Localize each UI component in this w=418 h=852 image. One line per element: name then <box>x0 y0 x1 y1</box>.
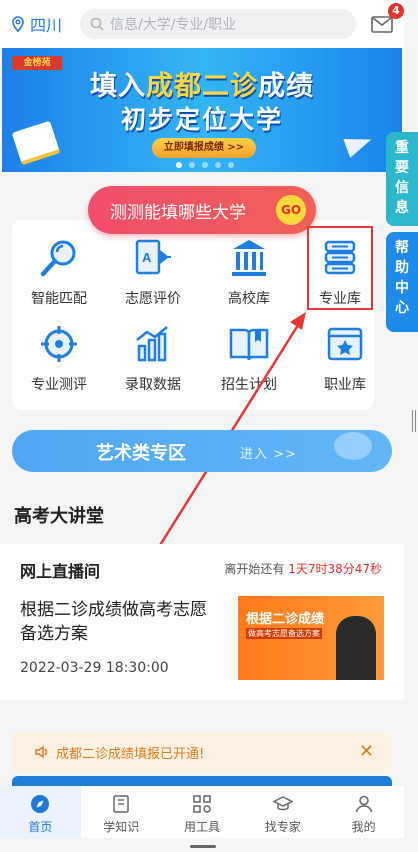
search-placeholder: 信息/大学/专业/职业 <box>110 17 237 33</box>
tool-label: 招生计划 <box>221 377 277 393</box>
important-info-tab[interactable]: 重要信息 <box>386 132 418 226</box>
carousel-dot[interactable] <box>215 162 221 168</box>
test-universities-label: 测测能填哪些大学 <box>110 202 246 223</box>
tool-university-library[interactable]: 高校库 <box>204 236 294 308</box>
live-title: 根据二诊成绩做高考志愿备选方案 <box>20 600 207 644</box>
university-icon <box>232 240 266 276</box>
tool-volunteer-assessment[interactable]: A 志愿评价 <box>108 236 198 308</box>
notice-bar[interactable]: 成都二诊成绩填报已开通! ✕ <box>12 732 392 772</box>
nav-label: 用工具 <box>183 820 220 834</box>
nav-tools[interactable]: 用工具 <box>162 786 243 838</box>
annotation-highlight-box <box>307 226 373 310</box>
tool-label: 智能匹配 <box>31 291 87 307</box>
bar-chart-icon <box>136 326 168 362</box>
art-zone-title: 艺术类专区 <box>96 443 186 464</box>
scroll-handle[interactable] <box>412 410 416 432</box>
nav-label: 首页 <box>28 820 53 834</box>
banner-headline: 填入成都二诊成绩 <box>90 71 314 102</box>
live-thumbnail: 根据二诊成绩 做高考志愿备选方案 <box>238 596 384 680</box>
tool-label: 录取数据 <box>125 377 181 393</box>
banner-subheadline: 初步定位大学 <box>120 105 283 134</box>
magnifier-icon <box>40 240 76 277</box>
mail-badge: 4 <box>388 3 404 19</box>
mail-button[interactable]: 4 <box>370 3 404 35</box>
svg-text:A: A <box>142 250 152 265</box>
palette-icon <box>334 432 372 460</box>
section-title: 高考大讲堂 <box>14 506 104 527</box>
target-icon <box>41 326 77 362</box>
live-datetime: 2022-03-29 18:30:00 <box>20 660 169 676</box>
nav-experts[interactable]: 找专家 <box>242 786 323 838</box>
book-icon <box>113 795 129 813</box>
home-indicator <box>190 845 216 848</box>
live-heading: 网上直播间 <box>20 562 101 581</box>
go-badge: GO <box>276 195 306 225</box>
nav-home[interactable]: 首页 <box>0 786 81 838</box>
tool-major-assessment[interactable]: 专业测评 <box>14 322 104 394</box>
search-icon <box>90 17 104 31</box>
graduation-cap-icon <box>272 796 293 811</box>
promo-banner[interactable]: 金榜苑 填入成都二诊成绩 初步定位大学 立即填报成绩 >> <box>2 48 402 172</box>
important-info-label: 重要信息 <box>395 140 409 216</box>
user-icon <box>355 795 372 813</box>
content-card-edge <box>12 776 392 786</box>
close-icon[interactable]: ✕ <box>359 741 374 762</box>
fill-score-button[interactable]: 立即填报成绩 >> <box>152 138 256 158</box>
tool-smart-match[interactable]: 智能匹配 <box>14 236 104 308</box>
live-stream-card[interactable]: 网上直播间 离开始还有 1天7时38分47秒 根据二诊成绩做高考志愿备选方案 2… <box>0 544 404 700</box>
location-selector[interactable]: 四川 <box>10 12 80 36</box>
open-book-icon <box>229 328 269 361</box>
speaker-icon <box>35 745 48 759</box>
compass-icon <box>31 795 50 813</box>
career-icon <box>327 327 363 361</box>
grid-tool-icon <box>193 795 211 813</box>
tool-enrollment-plan[interactable]: 招生计划 <box>204 322 294 394</box>
tool-career-library[interactable]: 职业库 <box>300 322 390 394</box>
notice-text: 成都二诊成绩填报已开通! <box>56 746 205 762</box>
tool-admission-data[interactable]: 录取数据 <box>108 322 198 394</box>
nav-label: 找专家 <box>264 820 301 834</box>
carousel-dot[interactable] <box>176 162 182 168</box>
nav-learn[interactable]: 学知识 <box>81 786 162 838</box>
bottom-nav: 首页 学知识 用工具 找专家 我的 <box>0 786 404 838</box>
help-center-tab[interactable]: 帮助中心 <box>386 232 418 332</box>
carousel-dot[interactable] <box>202 162 208 168</box>
tool-label: 职业库 <box>324 377 366 393</box>
nav-label: 学知识 <box>103 820 140 834</box>
test-universities-button[interactable]: 测测能填哪些大学 GO <box>88 186 316 234</box>
help-center-label: 帮助中心 <box>395 240 409 316</box>
top-bar: 四川 信息/大学/专业/职业 4 <box>0 0 404 48</box>
nav-label: 我的 <box>351 820 376 834</box>
tool-label: 专业测评 <box>31 377 87 393</box>
tool-label: 志愿评价 <box>125 291 181 307</box>
art-zone-enter: 进入 >> <box>240 447 297 462</box>
search-input[interactable]: 信息/大学/专业/职业 <box>80 9 356 39</box>
location-pin-icon <box>12 16 24 32</box>
countdown: 离开始还有 1天7时38分47秒 <box>224 562 382 576</box>
nav-profile[interactable]: 我的 <box>323 786 404 838</box>
assessment-icon: A <box>135 239 171 275</box>
carousel-dots <box>176 162 234 168</box>
carousel-dot[interactable] <box>228 162 234 168</box>
art-zone-banner[interactable]: 艺术类专区 进入 >> <box>12 430 392 472</box>
carousel-dot[interactable] <box>189 162 195 168</box>
location-label: 四川 <box>30 16 63 35</box>
tool-label: 高校库 <box>228 291 270 307</box>
